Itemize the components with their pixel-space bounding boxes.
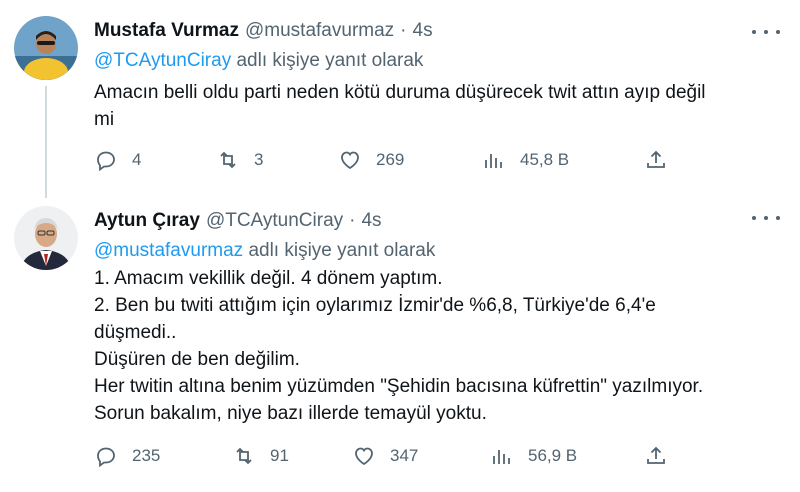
views-icon (493, 450, 510, 464)
author-name[interactable]: Aytun Çıray (94, 210, 200, 232)
reply-mention-link[interactable]: @mustafavurmaz (94, 240, 243, 261)
tweet-text-line: 1. Amacım vekillik değil. 4 dönem yaptım… (94, 268, 443, 289)
tweet-header: Aytun Çıray @TCAytunCiray · 4s (94, 210, 382, 232)
reply-button[interactable]: 235 (94, 444, 160, 468)
share-icon (647, 446, 665, 464)
tweet-aytun-ciray[interactable]: Aytun Çıray @TCAytunCiray · 4s @mustafav… (0, 0, 800, 468)
action-bar: 235 91 347 56,9 B (94, 444, 784, 472)
more-icon[interactable] (752, 208, 780, 228)
like-button[interactable]: 347 (352, 444, 418, 468)
reply-context-text: adlı kişiye yanıt olarak (248, 240, 436, 261)
like-count: 347 (390, 446, 419, 465)
retweet-button[interactable]: 91 (232, 444, 289, 468)
heart-icon (355, 447, 373, 466)
reply-context: @mustafavurmaz adlı kişiye yanıt olarak (94, 240, 435, 262)
retweet-count: 91 (270, 446, 289, 465)
tweet-text-line: Sorun bakalım, niye bazı illerde temayül… (94, 403, 487, 424)
timestamp[interactable]: 4s (361, 210, 381, 232)
tweet-text-line: 2. Ben bu twiti attığım için oylarımız İ… (94, 295, 656, 316)
tweet-text-line: düşmedi.. (94, 322, 177, 343)
tweet-text-line: Düşüren de ben değilim. (94, 349, 300, 370)
retweet-icon (236, 447, 252, 465)
separator-dot: · (349, 210, 356, 231)
avatar-photo (14, 206, 78, 270)
tweet-text: 1. Amacım vekillik değil. 4 dönem yaptım… (94, 265, 784, 427)
reply-count: 235 (132, 446, 161, 465)
views-button[interactable]: 56,9 B (490, 444, 577, 468)
view-count: 56,9 B (528, 446, 578, 465)
author-handle[interactable]: @TCAytunCiray (206, 210, 343, 232)
avatar[interactable] (14, 206, 78, 270)
reply-icon (97, 447, 115, 468)
share-button[interactable] (644, 444, 668, 468)
tweet-text-line: Her twitin altına benim yüzümden "Şehidi… (94, 376, 704, 397)
